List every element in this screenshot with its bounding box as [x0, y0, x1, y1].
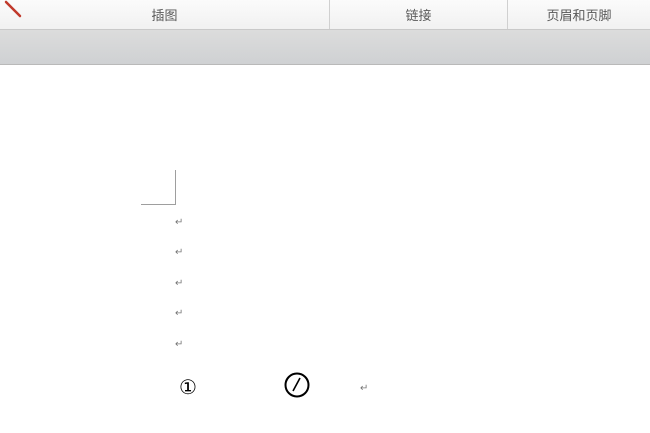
- circled-number-one: ①: [179, 375, 197, 399]
- circle-slash-icon: [284, 372, 310, 398]
- paragraph-mark: ↵: [175, 247, 184, 258]
- ribbon-group-links[interactable]: 链接: [330, 0, 508, 29]
- ribbon-group-label: 插图: [151, 9, 178, 24]
- document-page[interactable]: [0, 65, 650, 433]
- paragraph-mark: ↵: [175, 278, 184, 289]
- paragraph-mark: ↵: [175, 217, 184, 228]
- ribbon-group-header-footer[interactable]: 页眉和页脚: [508, 0, 650, 29]
- ribbon-group-illustrations[interactable]: 插图: [0, 0, 330, 29]
- ruler-band: [0, 30, 650, 65]
- ribbon: 插图 链接 页眉和页脚: [0, 0, 650, 30]
- paragraph-mark: ↵: [175, 339, 184, 350]
- paragraph-mark: ↵: [360, 383, 369, 394]
- margin-corner-mark: [141, 204, 176, 205]
- ribbon-group-label: 链接: [405, 9, 432, 24]
- paragraph-mark: ↵: [175, 308, 184, 319]
- ribbon-group-label: 页眉和页脚: [546, 9, 612, 24]
- margin-corner-mark: [175, 170, 176, 204]
